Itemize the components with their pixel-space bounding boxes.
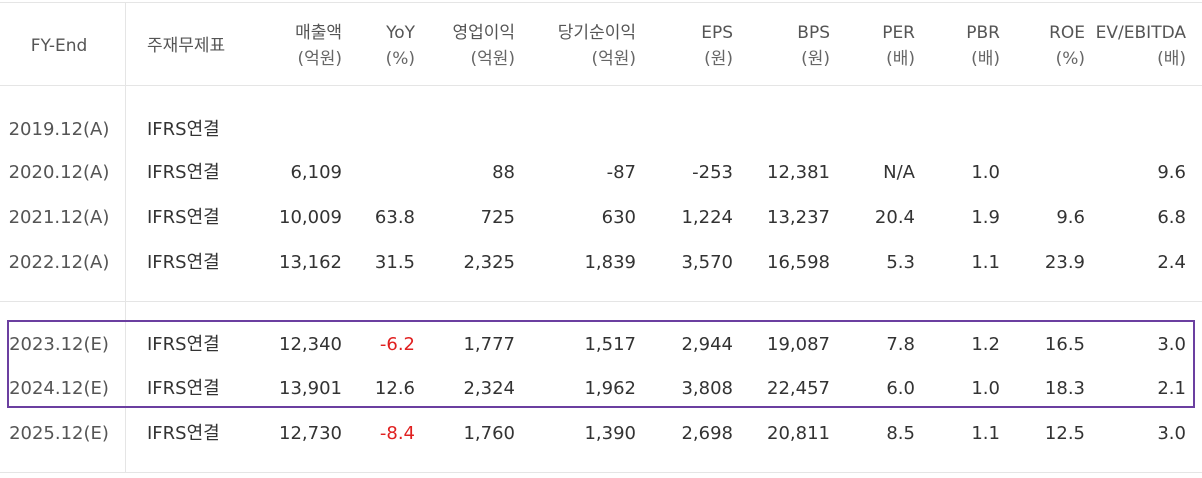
fy-end-cell: 2022.12(A) — [8, 252, 110, 273]
operating-profit-cell: 725 — [480, 207, 515, 228]
fy-end-cell: 2021.12(A) — [8, 207, 110, 228]
eps-cell: 3,570 — [681, 252, 733, 273]
operating-profit-cell: 88 — [492, 162, 515, 183]
header-label: EV/EBITDA — [1095, 23, 1186, 43]
yoy-cell: 63.8 — [374, 207, 415, 228]
header-label: EPS — [701, 23, 733, 43]
header-unit: (배) — [1157, 49, 1186, 69]
header-unit: (원) — [801, 49, 830, 69]
statement-type-cell: IFRS연결 — [147, 162, 220, 183]
table-top-border — [0, 2, 1202, 3]
per-cell: 5.3 — [886, 252, 915, 273]
operating-profit-cell: 1,760 — [463, 423, 515, 444]
per-cell: 8.5 — [886, 423, 915, 444]
ev-ebitda-cell: 6.8 — [1157, 207, 1186, 228]
yoy-cell: -8.4 — [379, 423, 415, 444]
table-bottom-border — [0, 472, 1202, 473]
header-unit: (억원) — [591, 49, 636, 69]
ev-ebitda-cell: 2.4 — [1157, 252, 1186, 273]
roe-cell: 12.5 — [1044, 423, 1085, 444]
header-bps: BPS (원) — [760, 20, 830, 72]
roe-cell: 23.9 — [1044, 252, 1085, 273]
header-unit: (%) — [1055, 49, 1085, 69]
fy-end-cell: 2020.12(A) — [8, 162, 110, 183]
actual-estimate-divider — [0, 301, 1202, 302]
header-unit: (배) — [971, 49, 1000, 69]
yoy-cell: 31.5 — [374, 252, 415, 273]
header-divider — [0, 85, 1202, 86]
header-per: PER (배) — [855, 20, 915, 72]
table-row: 2021.12(A) IFRS연결 10,009 63.8 725 630 1,… — [0, 203, 1202, 233]
per-cell: 20.4 — [874, 207, 915, 228]
header-label: PER — [882, 23, 915, 43]
header-roe: ROE (%) — [1025, 20, 1085, 72]
fy-end-cell: 2025.12(E) — [9, 423, 109, 444]
header-yoy: YoY (%) — [355, 20, 415, 72]
sales-cell: 10,009 — [279, 207, 342, 228]
header-label: 영업이익 — [452, 23, 515, 43]
header-label: BPS — [797, 23, 830, 43]
bps-cell: 12,381 — [767, 162, 830, 183]
header-statement-type: 주재무제표 — [147, 33, 225, 59]
header-unit: (억원) — [297, 49, 342, 69]
header-label: 주재무제표 — [147, 36, 226, 56]
header-ev-ebitda: EV/EBITDA (배) — [1090, 20, 1186, 72]
table-row: 2025.12(E) IFRS연결 12,730 -8.4 1,760 1,39… — [0, 419, 1202, 449]
sales-cell: 13,162 — [279, 252, 342, 273]
bps-cell: 20,811 — [767, 423, 830, 444]
header-unit: (원) — [704, 49, 733, 69]
header-sales: 매출액 (억원) — [262, 20, 342, 72]
bps-cell: 16,598 — [767, 252, 830, 273]
header-label: 당기순이익 — [557, 23, 636, 43]
operating-profit-cell: 2,325 — [463, 252, 515, 273]
ev-ebitda-cell: 9.6 — [1157, 162, 1186, 183]
header-label: YoY — [386, 23, 415, 43]
header-label: FY-End — [30, 36, 88, 56]
pbr-cell: 1.0 — [971, 162, 1000, 183]
header-eps: EPS (원) — [660, 20, 733, 72]
net-income-cell: 630 — [601, 207, 636, 228]
header-label: ROE — [1049, 23, 1085, 43]
eps-cell: 2,698 — [681, 423, 733, 444]
pbr-cell: 1.1 — [971, 252, 1000, 273]
sales-cell: 12,730 — [279, 423, 342, 444]
statement-type-cell: IFRS연결 — [147, 119, 220, 140]
sales-cell: 6,109 — [290, 162, 342, 183]
header-unit: (억원) — [470, 49, 515, 69]
eps-cell: -253 — [692, 162, 733, 183]
net-income-cell: 1,390 — [584, 423, 636, 444]
highlight-box — [7, 320, 1195, 408]
header-net-income: 당기순이익 (억원) — [525, 20, 636, 72]
net-income-cell: -87 — [606, 162, 636, 183]
per-cell: N/A — [883, 162, 915, 183]
fy-end-cell: 2019.12(A) — [8, 119, 110, 140]
statement-type-cell: IFRS연결 — [147, 252, 220, 273]
bps-cell: 13,237 — [767, 207, 830, 228]
header-operating-profit: 영업이익 (억원) — [420, 20, 515, 72]
header-label: PBR — [966, 23, 1000, 43]
table-row: 2020.12(A) IFRS연결 6,109 88 -87 -253 12,3… — [0, 158, 1202, 188]
statement-type-cell: IFRS연결 — [147, 207, 220, 228]
eps-cell: 1,224 — [681, 207, 733, 228]
table-row: 2019.12(A) IFRS연결 — [0, 115, 1202, 145]
header-fy-end: FY-End — [0, 33, 118, 59]
header-pbr: PBR (배) — [940, 20, 1000, 72]
roe-cell: 9.6 — [1056, 207, 1085, 228]
header-unit: (%) — [385, 49, 415, 69]
ev-ebitda-cell: 3.0 — [1157, 423, 1186, 444]
header-label: 매출액 — [295, 23, 342, 43]
pbr-cell: 1.9 — [971, 207, 1000, 228]
financial-table: FY-End 주재무제표 매출액 (억원) YoY (%) 영업이익 (억원) … — [0, 0, 1202, 478]
table-row: 2022.12(A) IFRS연결 13,162 31.5 2,325 1,83… — [0, 248, 1202, 278]
statement-type-cell: IFRS연결 — [147, 423, 220, 444]
net-income-cell: 1,839 — [584, 252, 636, 273]
header-unit: (배) — [886, 49, 915, 69]
pbr-cell: 1.1 — [971, 423, 1000, 444]
